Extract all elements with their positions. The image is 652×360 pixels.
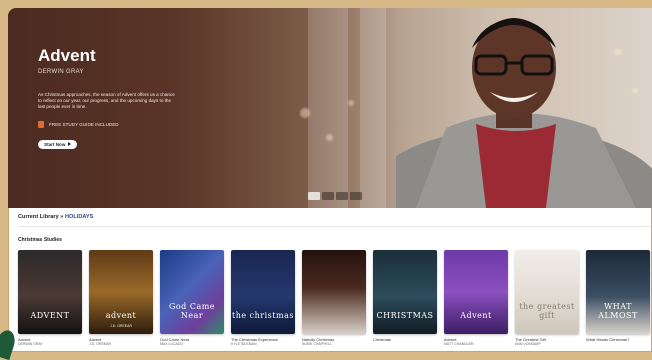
start-now-button[interactable]: Start Now bbox=[38, 139, 78, 149]
cover-subtext: J.D. GREEAR bbox=[110, 324, 132, 328]
study-cover[interactable]: WHAT ALMOST bbox=[586, 250, 650, 334]
study-card[interactable]: the greatest gift The Greatest Gift ANN … bbox=[515, 250, 579, 346]
hero-title: Advent bbox=[38, 46, 96, 65]
presenter-photo bbox=[396, 18, 652, 208]
hero-text: Advent DERWIN GRAY As Christmas approach… bbox=[38, 46, 198, 151]
breadcrumb: Current Library » HOLIDAYS bbox=[18, 214, 93, 220]
breadcrumb-prefix: Current Library bbox=[18, 214, 59, 220]
study-author: DERWIN GRAY bbox=[18, 342, 43, 346]
hero-description: As Christmas approaches, the season of A… bbox=[38, 92, 175, 110]
study-cover[interactable]: Advent bbox=[444, 250, 508, 334]
cover-text: Advent bbox=[460, 311, 492, 320]
hero-pager[interactable] bbox=[308, 192, 362, 200]
study-cover[interactable] bbox=[302, 250, 366, 334]
study-author: MAX LUCADO bbox=[160, 342, 184, 346]
cover-text: the christmas bbox=[232, 311, 294, 320]
pager-dot[interactable] bbox=[322, 192, 334, 200]
window-light bbox=[308, 8, 348, 208]
study-author: KYLE IDLEMAN bbox=[231, 342, 257, 346]
cover-text: ADVENT bbox=[30, 311, 70, 320]
window-light bbox=[360, 8, 386, 208]
study-author: ANN VOSKAMP bbox=[515, 342, 541, 346]
hero-bundle-label: FREE STUDY GUIDE INCLUDED bbox=[49, 121, 119, 127]
pager-dot[interactable] bbox=[336, 192, 348, 200]
hero-bundle: FREE STUDY GUIDE INCLUDED bbox=[38, 120, 198, 128]
pager-dot[interactable] bbox=[308, 192, 320, 200]
section-title: Christmas Studies bbox=[18, 237, 62, 243]
study-author: SUSIE CHAPPELL bbox=[302, 342, 332, 346]
study-cover[interactable]: ADVENT bbox=[18, 250, 82, 334]
study-cover[interactable]: CHRISTMAS bbox=[373, 250, 437, 334]
study-card[interactable]: Nativity Christmas SUSIE CHAPPELL bbox=[302, 250, 366, 346]
bokeh-light bbox=[326, 134, 333, 141]
study-card[interactable]: the christmas The Christmas Experience K… bbox=[231, 250, 295, 346]
study-card[interactable]: advent J.D. GREEAR Advent J.D. GREEAR bbox=[89, 250, 153, 346]
bokeh-light bbox=[348, 100, 354, 106]
bokeh-light bbox=[300, 108, 310, 118]
start-now-label: Start Now bbox=[44, 141, 66, 147]
hero-author: DERWIN GRAY bbox=[38, 69, 84, 75]
study-cover[interactable]: God Came Near bbox=[160, 250, 224, 334]
pager-dot[interactable] bbox=[350, 192, 362, 200]
hero-banner[interactable]: Advent DERWIN GRAY As Christmas approach… bbox=[8, 8, 652, 208]
study-title: What Heads Christmas? bbox=[586, 337, 630, 342]
study-card[interactable]: ADVENT Advent DERWIN GRAY bbox=[18, 250, 82, 346]
play-icon bbox=[68, 142, 72, 147]
study-cover[interactable]: the christmas bbox=[231, 250, 295, 334]
app-frame: Advent DERWIN GRAY As Christmas approach… bbox=[8, 8, 652, 352]
cover-text: the greatest gift bbox=[519, 302, 575, 320]
study-card[interactable]: Advent Advent MATT CHANDLER bbox=[444, 250, 508, 346]
cover-row: ADVENT Advent DERWIN GRAY advent J.D. GR… bbox=[18, 250, 650, 346]
cover-text: advent bbox=[105, 311, 137, 320]
study-card[interactable]: WHAT ALMOST What Heads Christmas? bbox=[586, 250, 650, 346]
breadcrumb-separator: » bbox=[60, 214, 64, 220]
study-cover[interactable]: advent J.D. GREEAR bbox=[89, 250, 153, 334]
study-card[interactable]: God Came Near God Came Near MAX LUCADO bbox=[160, 250, 224, 346]
breadcrumb-current[interactable]: HOLIDAYS bbox=[65, 214, 93, 220]
study-author: MATT CHANDLER bbox=[444, 342, 474, 346]
divider bbox=[18, 226, 650, 227]
study-card[interactable]: CHRISTMAS Christmas bbox=[373, 250, 437, 346]
cover-text: God Came Near bbox=[168, 302, 216, 320]
cover-text: WHAT ALMOST bbox=[598, 302, 638, 320]
cover-text: CHRISTMAS bbox=[376, 311, 434, 320]
document-icon bbox=[38, 120, 44, 128]
study-cover[interactable]: the greatest gift bbox=[515, 250, 579, 334]
study-title: Christmas bbox=[373, 337, 392, 342]
study-author: J.D. GREEAR bbox=[89, 342, 111, 346]
